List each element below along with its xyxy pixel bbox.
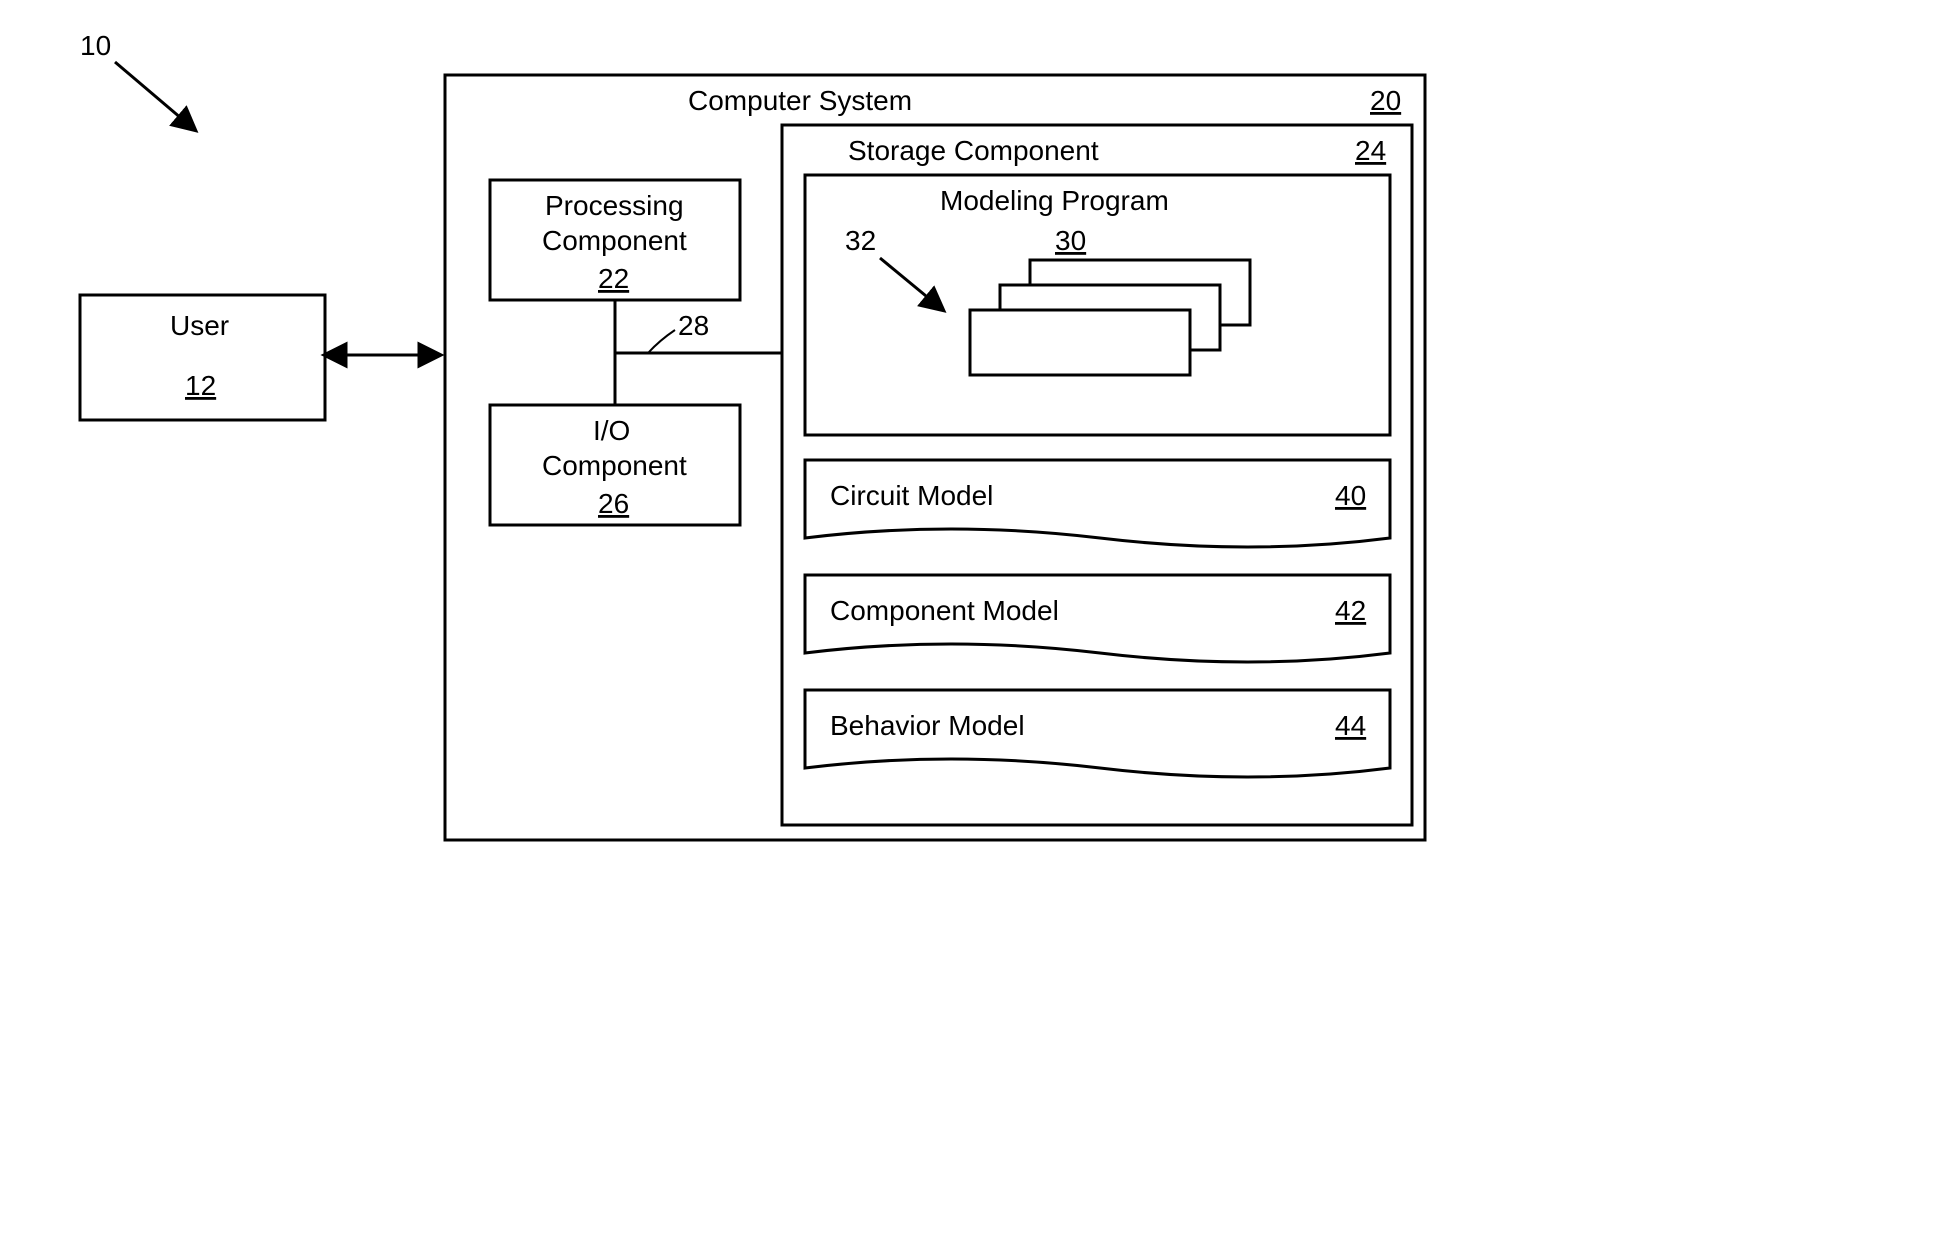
circuit-model-doc: Circuit Model 40 (805, 460, 1390, 547)
stack-ref: 32 (845, 225, 876, 256)
circuit-model-label: Circuit Model (830, 480, 993, 511)
processing-label-1: Processing (545, 190, 684, 221)
io-ref: 26 (598, 488, 629, 519)
circuit-model-ref: 40 (1335, 480, 1366, 511)
system-diagram: 10 User 12 Computer System 20 Processing… (0, 0, 1480, 950)
storage-label: Storage Component (848, 135, 1099, 166)
component-model-ref: 42 (1335, 595, 1366, 626)
computer-system-ref: 20 (1370, 85, 1401, 116)
behavior-model-label: Behavior Model (830, 710, 1025, 741)
processing-box: Processing Component 22 (490, 180, 740, 300)
modeling-program-label: Modeling Program (940, 185, 1169, 216)
bus: 28 (615, 300, 782, 405)
figure-ref: 10 (80, 30, 111, 61)
io-label-2: Component (542, 450, 687, 481)
behavior-model-ref: 44 (1335, 710, 1366, 741)
component-model-doc: Component Model 42 (805, 575, 1390, 662)
user-label: User (170, 310, 229, 341)
component-model-label: Component Model (830, 595, 1059, 626)
behavior-model-doc: Behavior Model 44 (805, 690, 1390, 777)
module-stack-icon (970, 260, 1250, 375)
figure-ref-arrow (115, 62, 195, 130)
user-box: User 12 (80, 295, 325, 420)
user-ref: 12 (185, 370, 216, 401)
io-box: I/O Component 26 (490, 405, 740, 525)
bus-ref: 28 (678, 310, 709, 341)
modeling-program-ref: 30 (1055, 225, 1086, 256)
stack-ref-arrow (880, 258, 943, 310)
storage-ref: 24 (1355, 135, 1386, 166)
processing-label-2: Component (542, 225, 687, 256)
io-label-1: I/O (593, 415, 630, 446)
computer-system-label: Computer System (688, 85, 912, 116)
processing-ref: 22 (598, 263, 629, 294)
modeling-program-box: Modeling Program 30 32 (805, 175, 1390, 435)
